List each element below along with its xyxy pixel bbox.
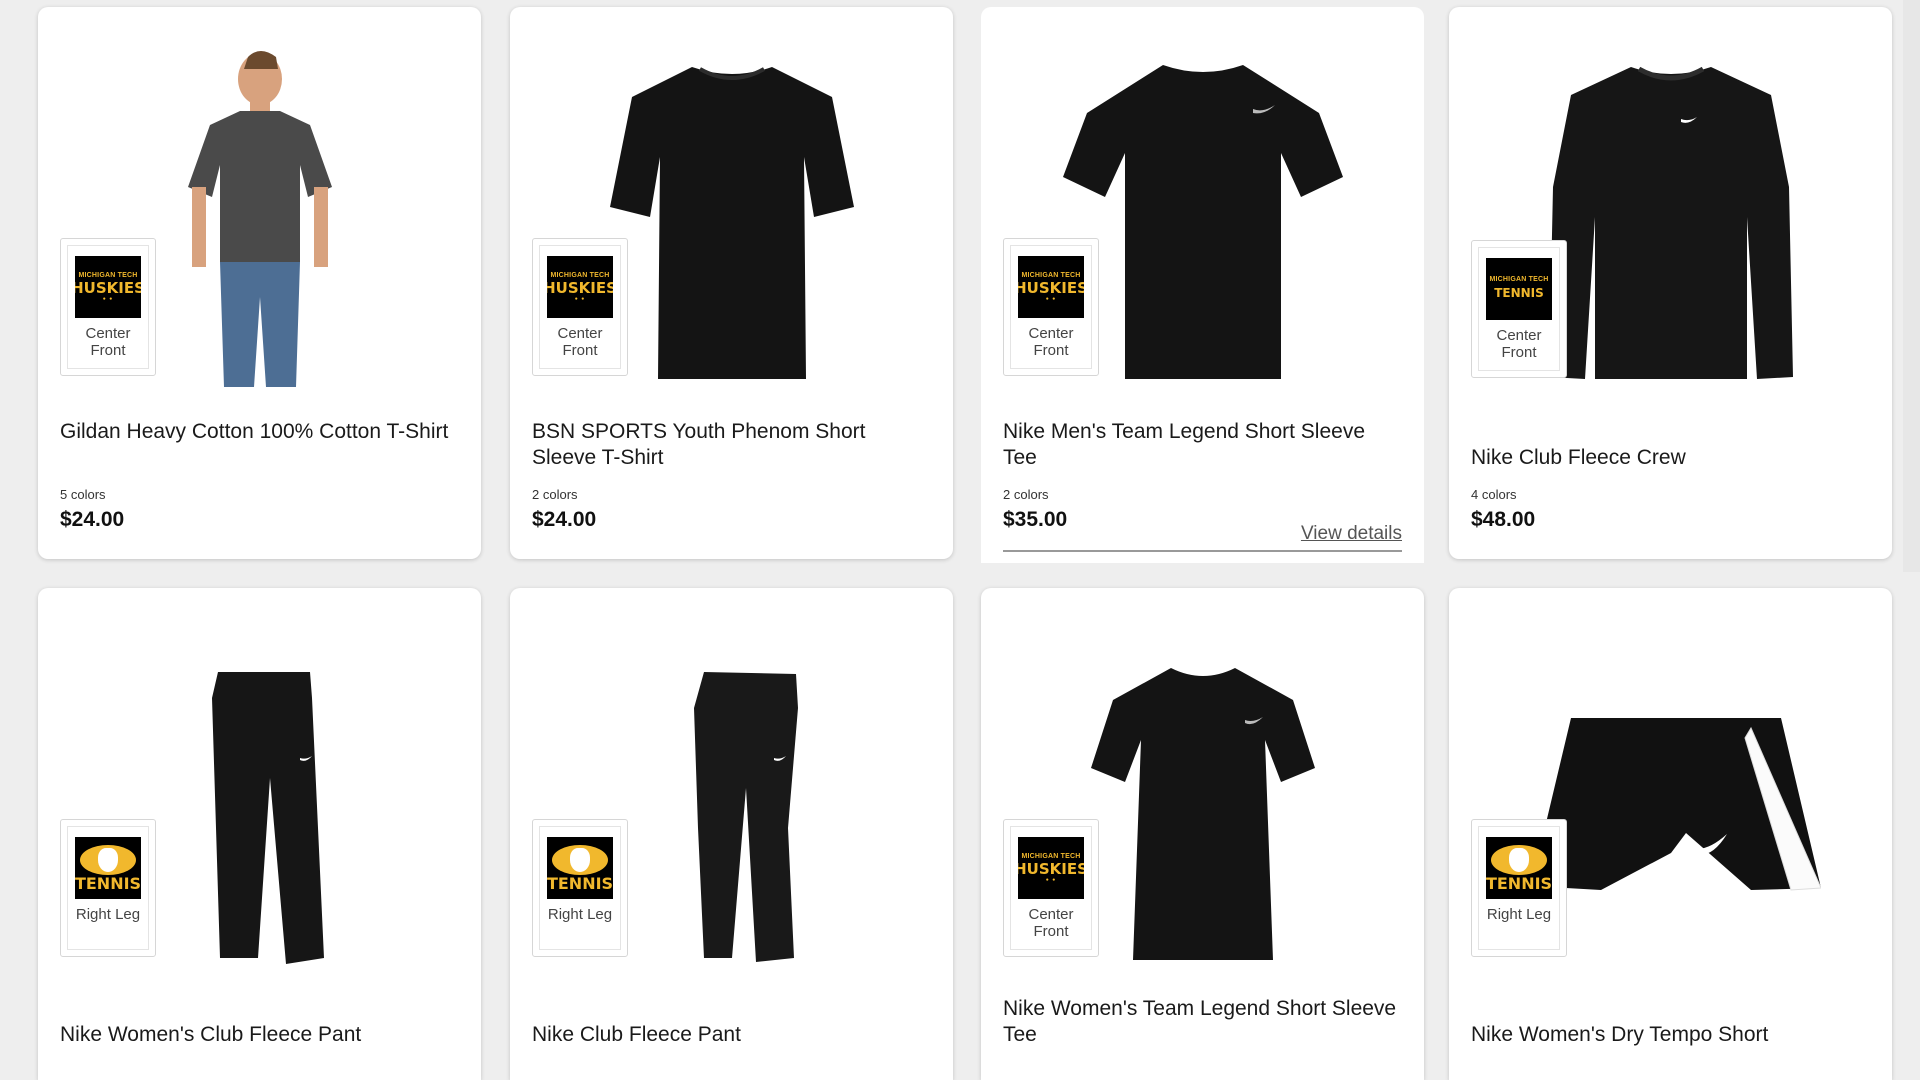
- decoration-tile[interactable]: MICHIGAN TECH HUSKIES ● ● Center Front: [1003, 238, 1099, 376]
- product-image-area[interactable]: TENNIS Right Leg: [510, 588, 953, 988]
- product-name[interactable]: BSN SPORTS Youth Phenom Short Sleeve T-S…: [532, 419, 931, 471]
- huskies-logo: MICHIGAN TECH HUSKIES ● ●: [547, 256, 613, 318]
- decoration-location: Center Front: [85, 325, 131, 359]
- product-name[interactable]: Nike Women's Team Legend Short Sleeve Te…: [1003, 996, 1402, 1048]
- product-name[interactable]: Nike Men's Team Legend Short Sleeve Tee: [1003, 419, 1402, 471]
- product-card[interactable]: MICHIGAN TECH HUSKIES ● ● Center Front B…: [510, 7, 953, 559]
- product-price: $48.00: [1471, 508, 1536, 531]
- product-image-area[interactable]: MICHIGAN TECH HUSKIES ● ● Center Front: [981, 588, 1424, 988]
- decoration-tile[interactable]: MICHIGAN TECH HUSKIES ● ● Center Front: [60, 238, 156, 376]
- product-image-area[interactable]: TENNIS Right Leg: [1449, 588, 1892, 988]
- product-card[interactable]: MICHIGAN TECH HUSKIES ● ● Center Front G…: [38, 7, 481, 559]
- page-gutter: [1903, 0, 1920, 572]
- color-count: 5 colors: [60, 487, 106, 502]
- tennis-logo: TENNIS: [75, 837, 141, 899]
- huskies-logo: MICHIGAN TECH HUSKIES ● ●: [1018, 256, 1084, 318]
- product-card[interactable]: TENNIS Right Leg Nike Women's Club Fleec…: [38, 588, 481, 1080]
- tennis-logo: TENNIS: [1486, 837, 1552, 899]
- product-image-area[interactable]: TENNIS Right Leg: [38, 588, 481, 988]
- decoration-location: Center Front: [557, 325, 603, 359]
- product-image-area[interactable]: MICHIGAN TECH HUSKIES ● ● Center Front: [38, 7, 481, 407]
- product-card[interactable]: TENNIS Right Leg Nike Club Fleece Pant: [510, 588, 953, 1080]
- product-card[interactable]: MICHIGAN TECH HUSKIES ● ● Center Front N…: [981, 588, 1424, 1080]
- decoration-tile[interactable]: MICHIGAN TECH HUSKIES ● ● Center Front: [1003, 819, 1099, 957]
- product-image-area[interactable]: MICHIGAN TECH TENNIS Center Front: [1449, 7, 1892, 407]
- decoration-tile[interactable]: TENNIS Right Leg: [532, 819, 628, 957]
- product-name[interactable]: Nike Club Fleece Pant: [532, 996, 931, 1048]
- product-card-hovered[interactable]: MICHIGAN TECH HUSKIES ● ● Center Front N…: [981, 7, 1424, 563]
- mtu-tennis-logo: MICHIGAN TECH TENNIS: [1486, 258, 1552, 320]
- product-name[interactable]: Nike Club Fleece Crew: [1471, 419, 1870, 471]
- product-card[interactable]: TENNIS Right Leg Nike Women's Dry Tempo …: [1449, 588, 1892, 1080]
- decoration-location: Center Front: [1028, 325, 1074, 359]
- tennis-logo: TENNIS: [547, 837, 613, 899]
- product-name[interactable]: Nike Women's Dry Tempo Short: [1471, 996, 1870, 1048]
- decoration-location: Center Front: [1028, 906, 1074, 940]
- decoration-tile[interactable]: TENNIS Right Leg: [1471, 819, 1567, 957]
- decoration-location: Right Leg: [547, 906, 613, 923]
- product-grid: MICHIGAN TECH HUSKIES ● ● Center Front G…: [0, 0, 1920, 1080]
- decoration-tile[interactable]: MICHIGAN TECH TENNIS Center Front: [1471, 240, 1567, 378]
- product-price: $24.00: [532, 508, 597, 531]
- decoration-location: Right Leg: [1486, 906, 1552, 923]
- product-card[interactable]: MICHIGAN TECH TENNIS Center Front Nike C…: [1449, 7, 1892, 559]
- decoration-tile[interactable]: MICHIGAN TECH HUSKIES ● ● Center Front: [532, 238, 628, 376]
- huskies-logo: MICHIGAN TECH HUSKIES ● ●: [1018, 837, 1084, 899]
- product-image-area[interactable]: MICHIGAN TECH HUSKIES ● ● Center Front: [981, 7, 1424, 407]
- product-name[interactable]: Nike Women's Club Fleece Pant: [60, 996, 459, 1048]
- color-count: 2 colors: [532, 487, 578, 502]
- product-name[interactable]: Gildan Heavy Cotton 100% Cotton T-Shirt: [60, 419, 459, 471]
- decoration-tile[interactable]: TENNIS Right Leg: [60, 819, 156, 957]
- huskies-logo: MICHIGAN TECH HUSKIES ● ●: [75, 256, 141, 318]
- view-details-link[interactable]: View details: [1301, 523, 1402, 545]
- decoration-location: Right Leg: [75, 906, 141, 923]
- color-count: 4 colors: [1471, 487, 1517, 502]
- color-count: 2 colors: [1003, 487, 1049, 502]
- decoration-location: Center Front: [1496, 327, 1542, 361]
- hover-underline: [1003, 550, 1402, 552]
- product-price: $24.00: [60, 508, 125, 531]
- product-image-area[interactable]: MICHIGAN TECH HUSKIES ● ● Center Front: [510, 7, 953, 407]
